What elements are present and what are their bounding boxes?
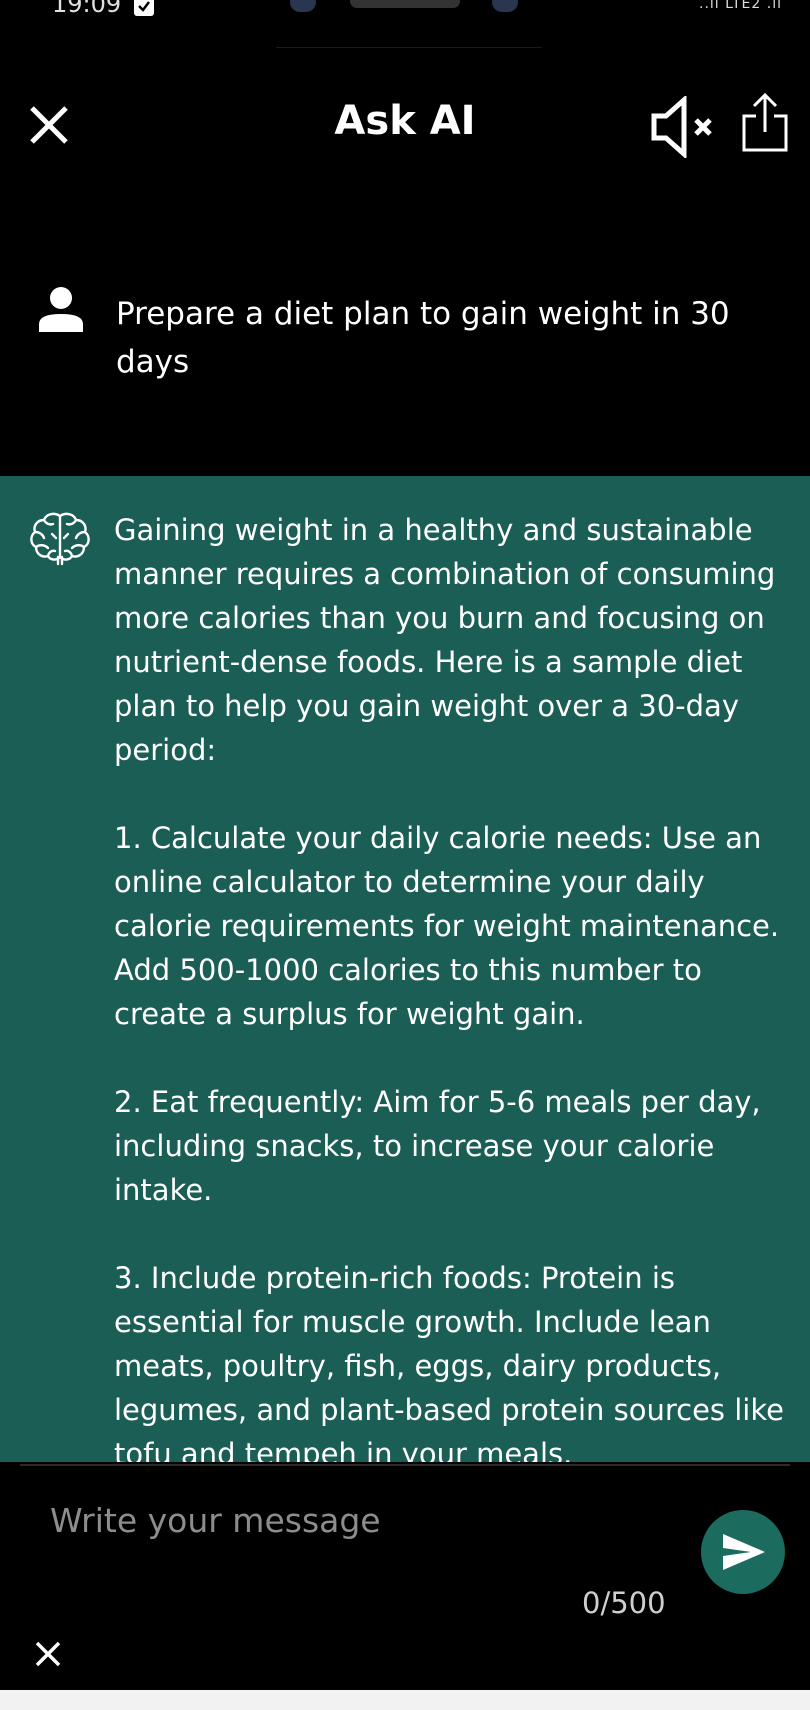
status-bar: 19:09 ..ıl LTE2 .ıl	[0, 0, 810, 20]
app-header: Ask AI	[0, 80, 810, 170]
ask-ai-screen: 19:09 ..ıl LTE2 .ıl Ask AI Prepare a die…	[0, 0, 810, 1710]
navigation-bar	[0, 1690, 810, 1710]
user-message: Prepare a diet plan to gain weight in 30…	[0, 270, 810, 476]
message-input[interactable]	[50, 1490, 670, 1550]
message-composer: 0/500	[0, 1462, 810, 1692]
mute-button[interactable]	[650, 94, 720, 160]
character-counter: 0/500	[582, 1586, 666, 1620]
close-icon	[35, 1641, 61, 1667]
clear-input-button[interactable]	[34, 1640, 62, 1668]
divider	[276, 47, 542, 48]
ai-response: Gaining weight in a healthy and sustaina…	[0, 476, 810, 1462]
user-message-text: Prepare a diet plan to gain weight in 30…	[116, 296, 730, 380]
send-button[interactable]	[701, 1510, 785, 1594]
speaker-muted-icon	[651, 94, 712, 160]
camera-dot-icon	[290, 0, 316, 12]
divider	[20, 1464, 790, 1466]
share-button[interactable]	[740, 92, 790, 154]
ai-paragraph: Gaining weight in a healthy and sustaina…	[114, 513, 776, 767]
checkbox-notification-icon	[134, 0, 154, 16]
ai-response-text: Gaining weight in a healthy and sustaina…	[114, 508, 792, 1462]
notch-pill	[350, 0, 460, 8]
ai-paragraph: 2. Eat frequently: Aim for 5-6 meals per…	[114, 1085, 761, 1207]
status-time: 19:09	[52, 0, 122, 18]
ai-paragraph: 3. Include protein-rich foods: Protein i…	[114, 1261, 784, 1462]
ai-paragraph: 1. Calculate your daily calorie needs: U…	[114, 821, 780, 1031]
share-icon	[742, 92, 788, 152]
signal-indicator: ..ıl LTE2 .ıl	[699, 0, 782, 12]
user-icon	[38, 286, 84, 332]
brain-icon	[28, 510, 92, 566]
send-icon	[723, 1534, 765, 1570]
camera-dot-icon	[492, 0, 518, 12]
